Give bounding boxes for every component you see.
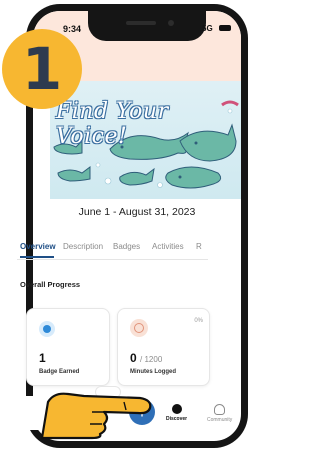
minutes-logged-card: 0% 0 / 1200 Minutes Logged [117,308,210,386]
nav-discover-label: Discover [166,416,188,422]
badges-earned-card: 1 Badge Earned [26,308,110,386]
clock-icon [130,319,148,337]
nav-discover[interactable]: Discover [166,404,187,422]
people-icon [214,404,226,415]
pointing-hand-icon [40,392,152,440]
tab-divider [17,259,208,260]
tab-overview[interactable]: Overview [20,242,56,251]
badges-count: 1 [39,351,46,365]
tab-activities[interactable]: Activities [152,242,184,251]
minutes-value: 0 / 1200 [130,351,162,365]
tab-reviews[interactable]: R [196,242,202,251]
battery-icon [219,25,231,31]
step-badge: 1 [2,29,82,109]
program-dates: June 1 - August 31, 2023 [78,206,196,218]
banner-title: Find Your Voice! [56,99,169,149]
badges-label: Badge Earned [39,369,80,375]
tab-description[interactable]: Description [63,242,103,251]
nav-community[interactable]: Community [207,404,232,423]
minutes-percent: 0% [194,318,203,324]
badge-icon [39,321,55,337]
speaker-icon [126,21,156,25]
section-title: Overall Progress [20,280,81,289]
camera-icon [168,20,174,26]
step-number: 1 [21,35,63,103]
compass-icon [171,404,182,414]
tab-badges[interactable]: Badges [113,242,140,251]
active-tab-indicator [20,256,54,258]
nav-community-label: Community [207,417,233,423]
phone-notch [88,11,206,41]
minutes-goal: / 1200 [140,355,163,364]
status-time: 9:34 [63,24,82,34]
signal-indicator: 5G [202,24,213,33]
minutes-count: 0 [130,351,137,365]
minutes-label: Minutes Logged [130,369,176,375]
